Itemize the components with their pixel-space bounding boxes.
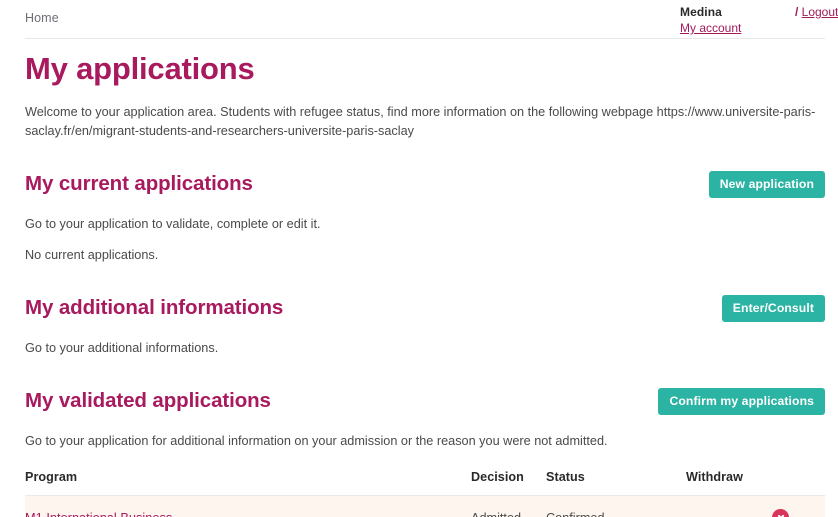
breadcrumb-home[interactable]: Home [25, 11, 59, 25]
column-header-status: Status [546, 470, 686, 496]
top-bar: Home Medina / Logout My account [0, 0, 838, 36]
section-current-title: My current applications [25, 172, 253, 195]
application-page: Home Medina / Logout My account My applic… [0, 0, 838, 517]
column-header-program: Program [25, 470, 471, 496]
table-head: Program Decision Status Withdraw [25, 470, 825, 496]
cell-decision: Admitted [471, 495, 546, 517]
section-current-empty-message: No current applications. [25, 248, 159, 262]
intro-paragraph: Welcome to your application area. Studen… [25, 105, 816, 138]
main-content: My applications Welcome to your applicat… [0, 40, 838, 517]
validated-applications-table: Program Decision Status Withdraw M1 Inte… [25, 470, 825, 517]
table-body: M1 International Business Admitted Confi… [25, 495, 825, 517]
header-divider [25, 38, 825, 39]
section-additional-informations: My additional informations Enter/Consult… [25, 295, 825, 358]
cell-withdraw [686, 495, 825, 517]
account-line-secondary: My account [680, 21, 825, 35]
section-current-applications: My current applications New application … [25, 171, 825, 265]
section-current-description: Go to your application to validate, comp… [25, 217, 321, 231]
column-header-withdraw: Withdraw [686, 470, 825, 496]
cell-program: M1 International Business [25, 495, 471, 517]
circle-x-icon[interactable] [772, 509, 789, 517]
account-block: Medina / Logout My account [680, 5, 838, 35]
section-additional-title: My additional informations [25, 296, 284, 319]
account-line-primary: Medina / Logout [680, 5, 838, 19]
account-separator: / [794, 5, 799, 19]
section-current-header: My current applications New application [25, 171, 825, 201]
my-account-link[interactable]: My account [680, 21, 741, 35]
user-name: Medina [680, 5, 722, 19]
new-application-button[interactable]: New application [708, 171, 825, 198]
section-validated-header: My validated applications Confirm my app… [25, 388, 825, 418]
logout-link[interactable]: Logout [802, 5, 838, 19]
section-validated-description: Go to your application for additional in… [25, 434, 608, 448]
cell-status: Confirmed [546, 495, 686, 517]
table-row: M1 International Business Admitted Confi… [25, 495, 825, 517]
section-additional-header: My additional informations Enter/Consult [25, 295, 825, 325]
page-title: My applications [25, 51, 255, 86]
table-header-row: Program Decision Status Withdraw [25, 470, 825, 496]
confirm-my-applications-button[interactable]: Confirm my applications [658, 388, 825, 415]
column-header-decision: Decision [471, 470, 546, 496]
program-link[interactable]: M1 International Business [25, 510, 172, 517]
section-validated-applications: My validated applications Confirm my app… [25, 388, 825, 517]
section-additional-description: Go to your additional informations. [25, 341, 219, 355]
enter-consult-button[interactable]: Enter/Consult [721, 295, 825, 322]
